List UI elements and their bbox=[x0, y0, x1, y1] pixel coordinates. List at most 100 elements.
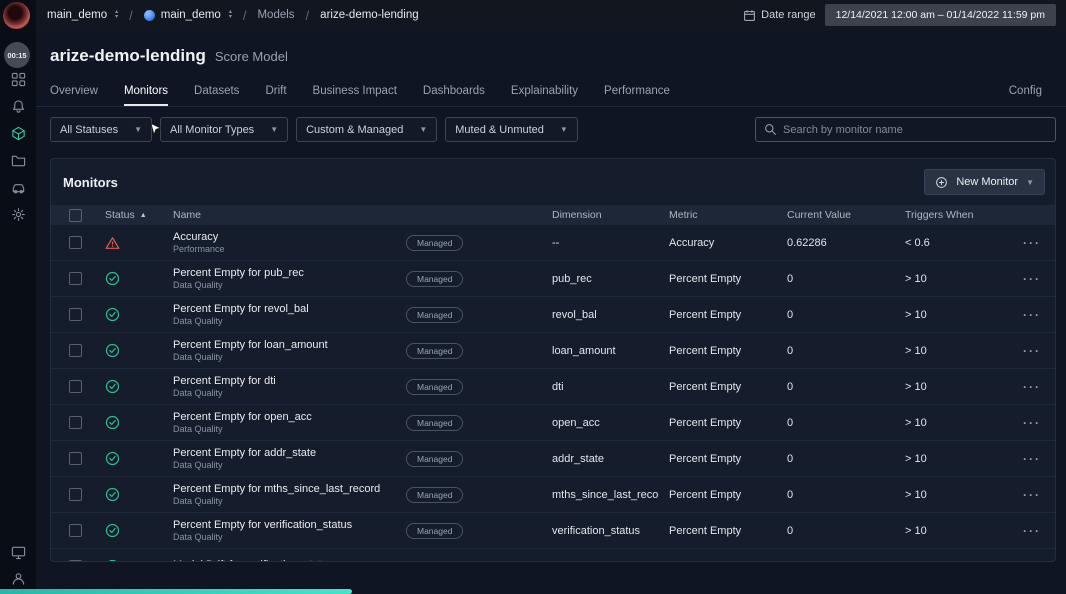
tab-explainability[interactable]: Explainability bbox=[511, 85, 578, 106]
more-actions-button[interactable]: ··· bbox=[1023, 452, 1041, 466]
status-filter-dropdown[interactable]: All Statuses ▼ bbox=[50, 117, 153, 142]
status-icon bbox=[105, 307, 120, 322]
tab-monitors[interactable]: Monitors bbox=[123, 85, 169, 106]
more-actions-button[interactable]: ··· bbox=[1023, 524, 1041, 538]
more-actions-button[interactable]: ··· bbox=[1023, 416, 1041, 430]
more-actions-button[interactable]: ··· bbox=[1023, 236, 1041, 250]
select-all-checkbox[interactable] bbox=[69, 208, 82, 222]
grid-icon[interactable] bbox=[11, 72, 26, 87]
monitor-name[interactable]: Percent Empty for open_acc bbox=[173, 412, 312, 423]
more-actions-button[interactable]: ··· bbox=[1023, 272, 1041, 286]
arize-logo[interactable] bbox=[3, 2, 30, 29]
row-checkbox[interactable] bbox=[69, 344, 82, 357]
more-actions-button[interactable]: ··· bbox=[1023, 488, 1041, 502]
car-icon[interactable] bbox=[11, 180, 26, 195]
new-monitor-button[interactable]: New Monitor ▼ bbox=[924, 169, 1045, 195]
monitor-type-filter-dropdown[interactable]: All Monitor Types ▼ bbox=[160, 117, 289, 142]
more-actions-button[interactable]: ··· bbox=[1023, 380, 1041, 394]
recording-timer[interactable]: 00:15 bbox=[4, 42, 30, 68]
tab-config[interactable]: Config bbox=[1009, 85, 1042, 106]
more-actions-button[interactable]: ··· bbox=[1023, 344, 1041, 358]
current-value: 0 bbox=[787, 416, 794, 429]
sidebar bbox=[0, 0, 36, 594]
user-icon[interactable] bbox=[11, 571, 26, 586]
triggers-when: > 10 bbox=[905, 308, 927, 321]
monitor-category: Data Quality bbox=[173, 387, 223, 398]
status-icon bbox=[105, 379, 120, 394]
tab-overview[interactable]: Overview bbox=[50, 85, 98, 106]
row-checkbox[interactable] bbox=[69, 272, 82, 285]
muted-filter-dropdown[interactable]: Muted & Unmuted ▼ bbox=[445, 117, 578, 142]
table-row[interactable]: Percent Empty for addr_state Data Qualit… bbox=[51, 441, 1055, 477]
desktop-icon[interactable] bbox=[11, 545, 26, 560]
tab-drift[interactable]: Drift bbox=[265, 85, 286, 106]
dimension-value: dti bbox=[552, 380, 564, 393]
managed-badge: Managed bbox=[406, 234, 464, 251]
table-row[interactable]: Percent Empty for mths_since_last_record… bbox=[51, 477, 1055, 513]
row-checkbox[interactable] bbox=[69, 308, 82, 321]
breadcrumb-models[interactable]: Models bbox=[257, 9, 294, 21]
monitor-name[interactable]: Percent Empty for revol_bal bbox=[173, 304, 309, 315]
metric-value: Accuracy bbox=[669, 236, 715, 249]
table-row[interactable]: Percent Empty for loan_amount Data Quali… bbox=[51, 333, 1055, 369]
gear-icon[interactable] bbox=[11, 207, 26, 222]
chevron-updown-icon: ▴ ▾ bbox=[228, 9, 232, 20]
org-selector[interactable]: main_demo ▴ ▾ bbox=[47, 9, 118, 21]
column-header-status[interactable]: Status ▲ bbox=[97, 209, 169, 221]
monitor-name[interactable]: Percent Empty for loan_amount bbox=[173, 340, 328, 351]
more-actions-button[interactable]: ··· bbox=[1023, 560, 1041, 562]
monitor-name[interactable]: Percent Empty for dti bbox=[173, 376, 276, 387]
more-actions-button[interactable]: ··· bbox=[1023, 308, 1041, 322]
status-icon bbox=[105, 271, 120, 286]
managed-badge: Managed bbox=[406, 270, 464, 287]
status-icon bbox=[105, 415, 120, 430]
monitor-name[interactable]: Accuracy bbox=[173, 232, 218, 243]
page-subtitle: Score Model bbox=[214, 49, 288, 64]
folder-icon[interactable] bbox=[11, 153, 26, 168]
metric-value: Percent Empty bbox=[669, 416, 742, 429]
row-checkbox[interactable] bbox=[69, 524, 82, 537]
monitor-name[interactable]: Percent Empty for mths_since_last_record bbox=[173, 484, 380, 495]
table-row[interactable]: Percent Empty for pub_rec Data Quality M… bbox=[51, 261, 1055, 297]
monitor-name[interactable]: Percent Empty for addr_state bbox=[173, 448, 316, 459]
table-row[interactable]: Percent Empty for dti Data Quality Manag… bbox=[51, 369, 1055, 405]
table-row[interactable]: Percent Empty for verification_status Da… bbox=[51, 513, 1055, 549]
table-row[interactable]: Accuracy Performance Managed -- Accuracy… bbox=[51, 225, 1055, 261]
managed-filter-dropdown[interactable]: Custom & Managed ▼ bbox=[296, 117, 438, 142]
row-checkbox[interactable] bbox=[69, 416, 82, 429]
sort-asc-icon: ▲ bbox=[139, 211, 147, 219]
monitor-name[interactable]: Percent Empty for verification_status bbox=[173, 520, 352, 531]
triggers-when: < 0.6 bbox=[905, 236, 930, 249]
search-icon bbox=[765, 124, 776, 135]
metric-value: Percent Empty bbox=[669, 272, 742, 285]
table-row[interactable]: Percent Empty for open_acc Data Quality … bbox=[51, 405, 1055, 441]
table-row[interactable]: Percent Empty for revol_bal Data Quality… bbox=[51, 297, 1055, 333]
space-selector[interactable]: main_demo ▴ ▾ bbox=[143, 9, 232, 21]
tab-dashboards[interactable]: Dashboards bbox=[423, 85, 485, 106]
dimension-value: verification_status bbox=[552, 524, 641, 537]
current-value: 0 bbox=[787, 272, 794, 285]
row-checkbox[interactable] bbox=[69, 236, 82, 249]
metric-value: Percent Empty bbox=[669, 488, 742, 501]
row-checkbox[interactable] bbox=[69, 560, 82, 561]
row-checkbox[interactable] bbox=[69, 452, 82, 465]
bell-icon[interactable] bbox=[11, 99, 26, 114]
monitor-name[interactable]: Percent Empty for pub_rec bbox=[173, 268, 304, 279]
chevron-down-icon: ▼ bbox=[559, 125, 568, 134]
table-row[interactable]: Model Drift for verification_status ··· bbox=[51, 549, 1055, 562]
column-header-metric: Metric bbox=[669, 209, 698, 221]
tab-performance[interactable]: Performance bbox=[604, 85, 670, 106]
search-input[interactable] bbox=[783, 123, 1047, 136]
tab-business-impact[interactable]: Business Impact bbox=[313, 85, 397, 106]
date-range-value[interactable]: 12/14/2021 12:00 am – 01/14/2022 11:59 p… bbox=[824, 4, 1056, 26]
package-icon[interactable] bbox=[11, 126, 26, 141]
managed-badge: Managed bbox=[406, 450, 464, 467]
row-checkbox[interactable] bbox=[69, 380, 82, 393]
tab-datasets[interactable]: Datasets bbox=[194, 85, 239, 106]
chevron-down-icon: ▼ bbox=[419, 125, 428, 134]
monitor-name[interactable]: Model Drift for verification_status bbox=[173, 560, 333, 561]
page-loading-bar bbox=[0, 589, 352, 594]
date-range-label: Date range bbox=[743, 9, 816, 22]
row-checkbox[interactable] bbox=[69, 488, 82, 501]
chevron-down-icon: ▼ bbox=[134, 125, 143, 134]
